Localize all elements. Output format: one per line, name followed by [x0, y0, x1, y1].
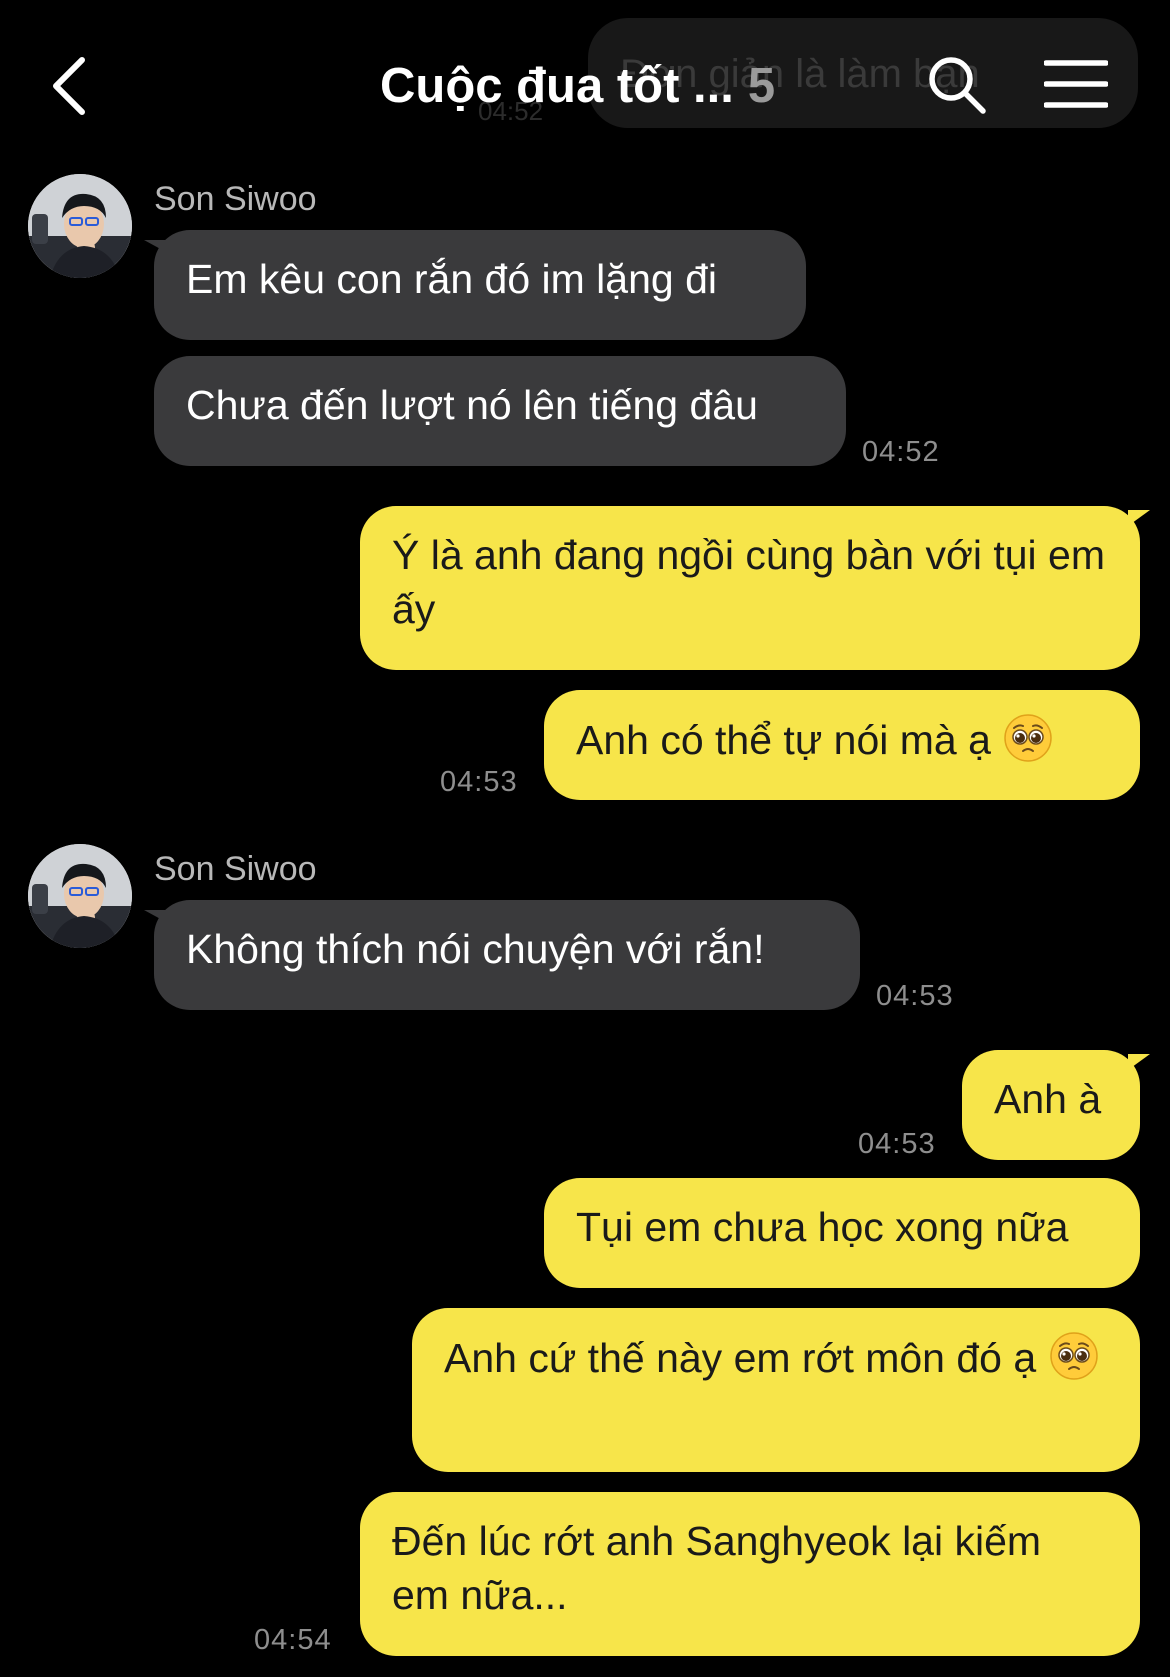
- message-text: Anh à: [994, 1076, 1102, 1122]
- message-bubble[interactable]: Em kêu con rắn đó im lặng đi: [144, 230, 806, 340]
- message-bubble[interactable]: Anh à: [962, 1050, 1150, 1160]
- message-time: 04:53: [440, 766, 518, 798]
- chevron-left-icon: [53, 57, 85, 115]
- message-time: 04:52: [862, 436, 940, 468]
- message-text: Ý là anh đang ngồi cùng bàn với tụi em ấ…: [392, 532, 1105, 632]
- profile-photo-icon: [28, 174, 132, 278]
- message-text: Đến lúc rớt anh Sanghyeok lại kiếm em nữ…: [392, 1518, 1042, 1618]
- message-text: Chưa đến lượt nó lên tiếng đâu: [186, 382, 758, 428]
- chat-header: Đơn giản là làm bạn 04:52 Cuộc đua tốt .…: [0, 0, 1170, 150]
- message-time: 04:53: [858, 1128, 936, 1160]
- message-bubble[interactable]: Không thích nói chuyện với rắn!: [144, 900, 860, 1010]
- message-bubble[interactable]: Anh có thể tự nói mà ạ: [544, 690, 1140, 800]
- message-bubble[interactable]: Ý là anh đang ngồi cùng bàn với tụi em ấ…: [360, 506, 1150, 670]
- chat-title-text: Cuộc đua tốt ...: [380, 59, 734, 113]
- search-icon: [929, 57, 986, 114]
- message-bubble[interactable]: Chưa đến lượt nó lên tiếng đâu: [154, 356, 846, 466]
- message-text: Anh cứ thế này em rớt môn đó ạ: [444, 1335, 1037, 1381]
- message-bubble[interactable]: Tụi em chưa học xong nữa: [544, 1178, 1140, 1288]
- back-button[interactable]: [44, 50, 104, 122]
- message-bubble[interactable]: Đến lúc rớt anh Sanghyeok lại kiếm em nữ…: [360, 1492, 1140, 1656]
- menu-button[interactable]: [1043, 58, 1109, 110]
- sender-name: Son Siwoo: [154, 850, 317, 888]
- message-text: Không thích nói chuyện với rắn!: [186, 926, 765, 972]
- message-text: Em kêu con rắn đó im lặng đi: [186, 256, 717, 302]
- message-bubble[interactable]: Anh cứ thế này em rớt môn đó ạ: [412, 1308, 1140, 1472]
- message-time: 04:54: [254, 1624, 332, 1656]
- chat-title[interactable]: Cuộc đua tốt ... 5: [380, 58, 775, 118]
- member-count: 5: [747, 59, 776, 113]
- avatar[interactable]: [28, 174, 132, 278]
- pleading-face-emoji-icon: [1004, 714, 1053, 762]
- message-text: Tụi em chưa học xong nữa: [576, 1204, 1069, 1250]
- pleading-face-emoji-icon: [1049, 1332, 1098, 1380]
- hamburger-menu-icon: [1043, 60, 1109, 108]
- message-text: Anh có thể tự nói mà ạ: [576, 717, 991, 763]
- search-button[interactable]: [926, 54, 988, 116]
- message-time: 04:53: [876, 980, 954, 1012]
- profile-photo-icon: [28, 844, 132, 948]
- sender-name: Son Siwoo: [154, 180, 317, 218]
- avatar[interactable]: [28, 844, 132, 948]
